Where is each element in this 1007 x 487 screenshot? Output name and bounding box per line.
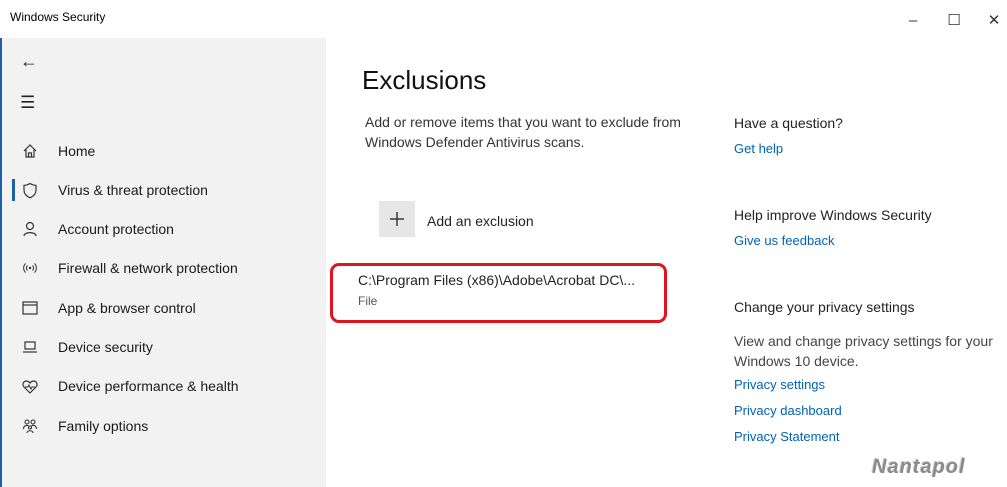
minimize-button[interactable]: – (893, 8, 933, 32)
sidebar: ← ☰ Home Virus & threat protection Accou… (0, 38, 326, 487)
sidebar-item-app-browser-control[interactable]: App & browser control (2, 289, 326, 327)
person-icon (21, 220, 39, 238)
give-feedback-link[interactable]: Give us feedback (734, 233, 834, 248)
sidebar-item-label: Device security (58, 339, 153, 355)
sidebar-item-label: Account protection (58, 221, 174, 237)
title-bar: Windows Security – ☐ ✕ (0, 0, 1007, 38)
sidebar-item-label: Device performance & health (58, 378, 239, 394)
privacy-settings-link[interactable]: Privacy settings (734, 377, 825, 392)
back-button[interactable]: ← (20, 52, 38, 70)
home-icon (21, 142, 39, 160)
close-button[interactable]: ✕ (974, 8, 1007, 32)
sidebar-item-label: Home (58, 143, 96, 159)
sidebar-item-device-performance-health[interactable]: Device performance & health (2, 367, 326, 405)
sidebar-item-virus-threat-protection[interactable]: Virus & threat protection (2, 171, 326, 209)
watermark: Nantapol (872, 456, 966, 478)
plus-icon (390, 212, 404, 226)
browser-window-icon (21, 299, 39, 317)
exclusion-item-path[interactable]: C:\Program Files (x86)\Adobe\Acrobat DC\… (358, 272, 635, 288)
privacy-heading: Change your privacy settings (734, 299, 915, 315)
wireless-icon (21, 259, 39, 277)
heart-icon (21, 377, 39, 395)
back-arrow-icon: ← (20, 51, 38, 71)
window-title: Windows Security (10, 10, 106, 24)
sidebar-item-label: Virus & threat protection (58, 182, 208, 198)
family-icon (21, 417, 39, 435)
close-icon: ✕ (987, 12, 1001, 29)
maximize-icon: ☐ (947, 12, 961, 29)
page-title: Exclusions (362, 65, 487, 95)
laptop-icon (21, 338, 39, 356)
menu-button[interactable]: ☰ (20, 94, 35, 111)
maximize-button[interactable]: ☐ (934, 8, 974, 32)
sidebar-item-home[interactable]: Home (2, 132, 326, 170)
add-exclusion-label[interactable]: Add an exclusion (427, 213, 534, 229)
get-help-link[interactable]: Get help (734, 141, 783, 156)
improve-heading: Help improve Windows Security (734, 207, 932, 223)
privacy-statement-link[interactable]: Privacy Statement (734, 429, 840, 444)
add-exclusion-button[interactable] (379, 201, 415, 237)
sidebar-item-account-protection[interactable]: Account protection (2, 210, 326, 248)
shield-icon (21, 181, 39, 199)
sidebar-item-label: App & browser control (58, 300, 196, 316)
sidebar-item-family-options[interactable]: Family options (2, 407, 326, 445)
minimize-icon: – (908, 11, 918, 29)
privacy-dashboard-link[interactable]: Privacy dashboard (734, 403, 842, 418)
question-heading: Have a question? (734, 115, 843, 131)
privacy-description: View and change privacy settings for you… (734, 333, 993, 369)
hamburger-menu-icon: ☰ (20, 93, 36, 112)
sidebar-item-label: Firewall & network protection (58, 260, 238, 276)
sidebar-item-firewall-network-protection[interactable]: Firewall & network protection (2, 249, 326, 287)
page-description: Add or remove items that you want to exc… (365, 114, 681, 150)
sidebar-item-device-security[interactable]: Device security (2, 328, 326, 366)
exclusion-item-type: File (358, 294, 378, 308)
sidebar-item-label: Family options (58, 418, 149, 434)
